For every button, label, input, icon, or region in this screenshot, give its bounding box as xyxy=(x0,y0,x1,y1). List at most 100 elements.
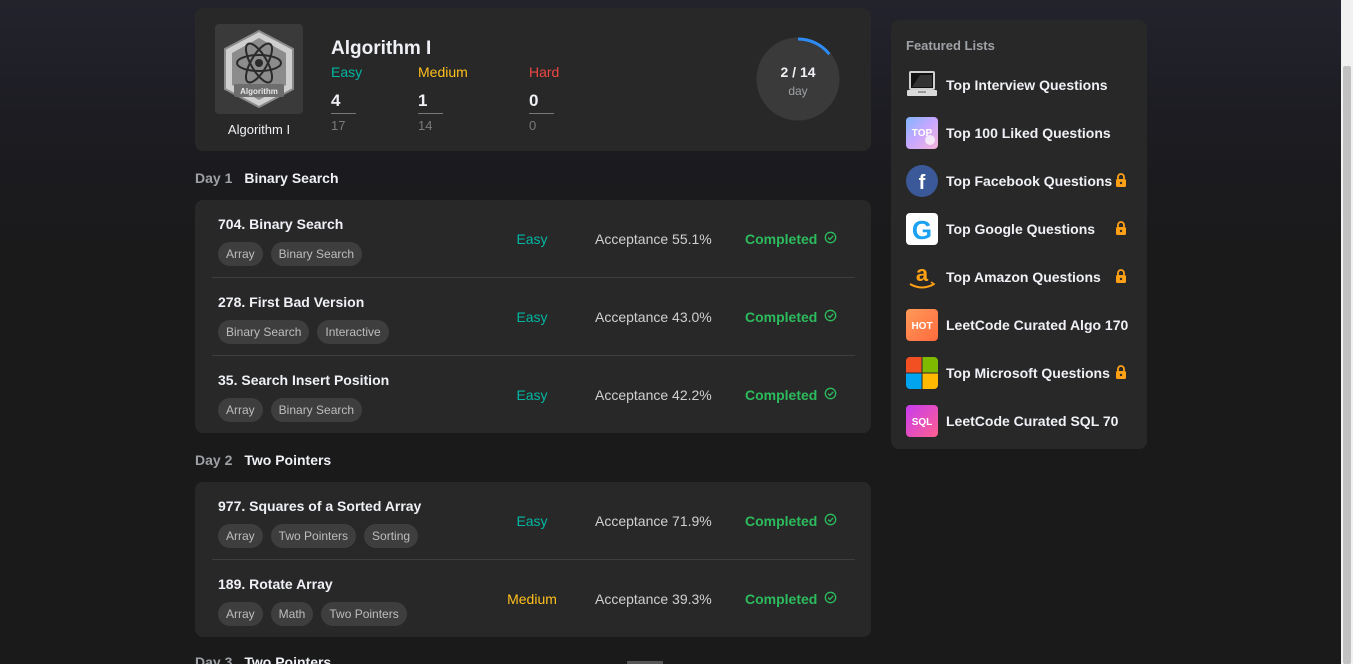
day-1-header: Day 1 Binary Search xyxy=(195,170,339,186)
day-label: Day 1 xyxy=(195,170,233,186)
featured-item-curated-algo[interactable]: HOT LeetCode Curated Algo 170 xyxy=(906,307,1136,343)
facebook-icon: f xyxy=(906,165,938,197)
question-title[interactable]: 35. Search Insert Position xyxy=(218,372,389,388)
featured-lists-panel: Featured Lists Top Interview Questions T… xyxy=(891,20,1147,449)
day-title: Two Pointers xyxy=(244,452,332,468)
completed-status: Completed xyxy=(745,309,818,325)
featured-item-curated-sql[interactable]: SQL LeetCode Curated SQL 70 xyxy=(906,403,1136,439)
featured-item-label: Top Facebook Questions xyxy=(946,173,1113,189)
progress-unit: day xyxy=(788,84,808,98)
difficulty-label: Easy xyxy=(516,513,548,529)
question-row[interactable]: 278. First Bad Version Binary Search Int… xyxy=(212,277,855,355)
question-title[interactable]: 704. Binary Search xyxy=(218,216,343,232)
hard-stat: Hard 0 0 xyxy=(529,64,609,133)
badge-caption: Algorithm I xyxy=(227,122,291,137)
featured-item-top-microsoft[interactable]: Top Microsoft Questions xyxy=(906,355,1136,391)
completed-status: Completed xyxy=(745,387,818,403)
sql-icon: SQL xyxy=(906,405,938,437)
amazon-icon: a xyxy=(906,261,938,293)
stat-divider xyxy=(418,113,443,114)
day-2-card: 977. Squares of a Sorted Array Array Two… xyxy=(195,482,871,637)
topic-tag[interactable]: Binary Search xyxy=(270,242,363,266)
difficulty-label: Easy xyxy=(516,309,548,325)
day-3-header: Day 3 Two Pointers xyxy=(195,654,331,664)
featured-item-top-google[interactable]: G Top Google Questions xyxy=(906,211,1136,247)
topic-tag[interactable]: Interactive xyxy=(317,320,389,344)
stat-divider xyxy=(331,113,356,114)
atom-badge-icon: Algorithm xyxy=(224,29,294,109)
topic-tag[interactable]: Array xyxy=(218,524,263,548)
lock-icon xyxy=(1116,269,1126,283)
topic-tag[interactable]: Array xyxy=(218,242,263,266)
badge-text: Algorithm xyxy=(240,87,278,96)
plan-badge: Algorithm Algorithm I xyxy=(215,24,303,137)
acceptance-rate: Acceptance 42.2% xyxy=(595,387,712,403)
topic-tag[interactable]: Two Pointers xyxy=(270,524,357,548)
topic-tag[interactable]: Binary Search xyxy=(270,398,363,422)
question-title[interactable]: 977. Squares of a Sorted Array xyxy=(218,498,421,514)
check-circle-icon xyxy=(824,513,837,526)
featured-lists-title: Featured Lists xyxy=(906,38,995,53)
hard-done: 0 xyxy=(529,91,539,110)
page-scrollbar[interactable] xyxy=(1341,0,1353,664)
topic-tag[interactable]: Array xyxy=(218,398,263,422)
medium-done: 1 xyxy=(418,91,428,110)
question-title[interactable]: 189. Rotate Array xyxy=(218,576,333,592)
question-tags: Array Binary Search xyxy=(218,398,363,422)
acceptance-rate: Acceptance 43.0% xyxy=(595,309,712,325)
svg-text:HOT: HOT xyxy=(911,321,932,332)
topic-tag[interactable]: Math xyxy=(270,602,314,626)
question-title[interactable]: 278. First Bad Version xyxy=(218,294,364,310)
featured-item-label: LeetCode Curated Algo 170 xyxy=(946,317,1129,333)
check-circle-icon xyxy=(824,591,837,604)
medium-stat: Medium 1 14 xyxy=(418,64,498,133)
day-title: Two Pointers xyxy=(244,654,332,664)
check-circle-icon xyxy=(824,231,837,244)
day-progress-ring: 2 / 14 day xyxy=(755,36,841,122)
day-1-card: 704. Binary Search Array Binary Search E… xyxy=(195,200,871,433)
badge-tile: Algorithm xyxy=(215,24,303,114)
featured-item-label: Top Microsoft Questions xyxy=(946,365,1110,381)
question-row[interactable]: 704. Binary Search Array Binary Search E… xyxy=(212,200,855,278)
topic-tag[interactable]: Two Pointers xyxy=(321,602,407,626)
easy-stat: Easy 4 17 xyxy=(331,64,411,133)
stat-divider xyxy=(529,113,554,114)
day-label: Day 2 xyxy=(195,452,233,468)
easy-done: 4 xyxy=(331,91,341,110)
question-tags: Array Two Pointers Sorting xyxy=(218,524,419,548)
featured-item-top-interview[interactable]: Top Interview Questions xyxy=(906,67,1136,103)
svg-text:SQL: SQL xyxy=(912,417,933,428)
featured-item-top-100-liked[interactable]: TOP Top 100 Liked Questions xyxy=(906,115,1136,151)
lock-icon xyxy=(1116,365,1126,379)
featured-item-top-facebook[interactable]: f Top Facebook Questions xyxy=(906,163,1136,199)
question-row[interactable]: 35. Search Insert Position Array Binary … xyxy=(212,355,855,433)
difficulty-label: Medium xyxy=(507,591,557,607)
question-row[interactable]: 189. Rotate Array Array Math Two Pointer… xyxy=(212,559,855,637)
scrollbar-thumb[interactable] xyxy=(1343,66,1351,664)
question-tags: Array Math Two Pointers xyxy=(218,602,407,626)
featured-item-label: Top 100 Liked Questions xyxy=(946,125,1111,141)
svg-text:f: f xyxy=(919,172,926,194)
featured-item-label: Top Google Questions xyxy=(946,221,1096,237)
day-label: Day 3 xyxy=(195,654,233,664)
completed-status: Completed xyxy=(745,591,818,607)
easy-label: Easy xyxy=(331,64,363,80)
microsoft-icon xyxy=(906,357,938,389)
easy-total: 17 xyxy=(331,118,346,133)
question-tags: Binary Search Interactive xyxy=(218,320,389,344)
lock-icon xyxy=(1116,221,1126,235)
completed-status: Completed xyxy=(745,513,818,529)
featured-item-top-amazon[interactable]: a Top Amazon Questions xyxy=(906,259,1136,295)
featured-item-label: Top Amazon Questions xyxy=(946,269,1101,285)
topic-tag[interactable]: Sorting xyxy=(364,524,419,548)
topic-tag[interactable]: Array xyxy=(218,602,263,626)
plan-title: Algorithm I xyxy=(331,38,432,59)
plan-header-card: Algorithm Algorithm I Algorithm I Easy 4… xyxy=(195,8,871,151)
acceptance-rate: Acceptance 71.9% xyxy=(595,513,712,529)
question-tags: Array Binary Search xyxy=(218,242,363,266)
top-100-icon: TOP xyxy=(906,117,938,149)
difficulty-label: Easy xyxy=(516,387,548,403)
topic-tag[interactable]: Binary Search xyxy=(218,320,310,344)
question-row[interactable]: 977. Squares of a Sorted Array Array Two… xyxy=(212,482,855,560)
svg-text:G: G xyxy=(912,215,932,245)
